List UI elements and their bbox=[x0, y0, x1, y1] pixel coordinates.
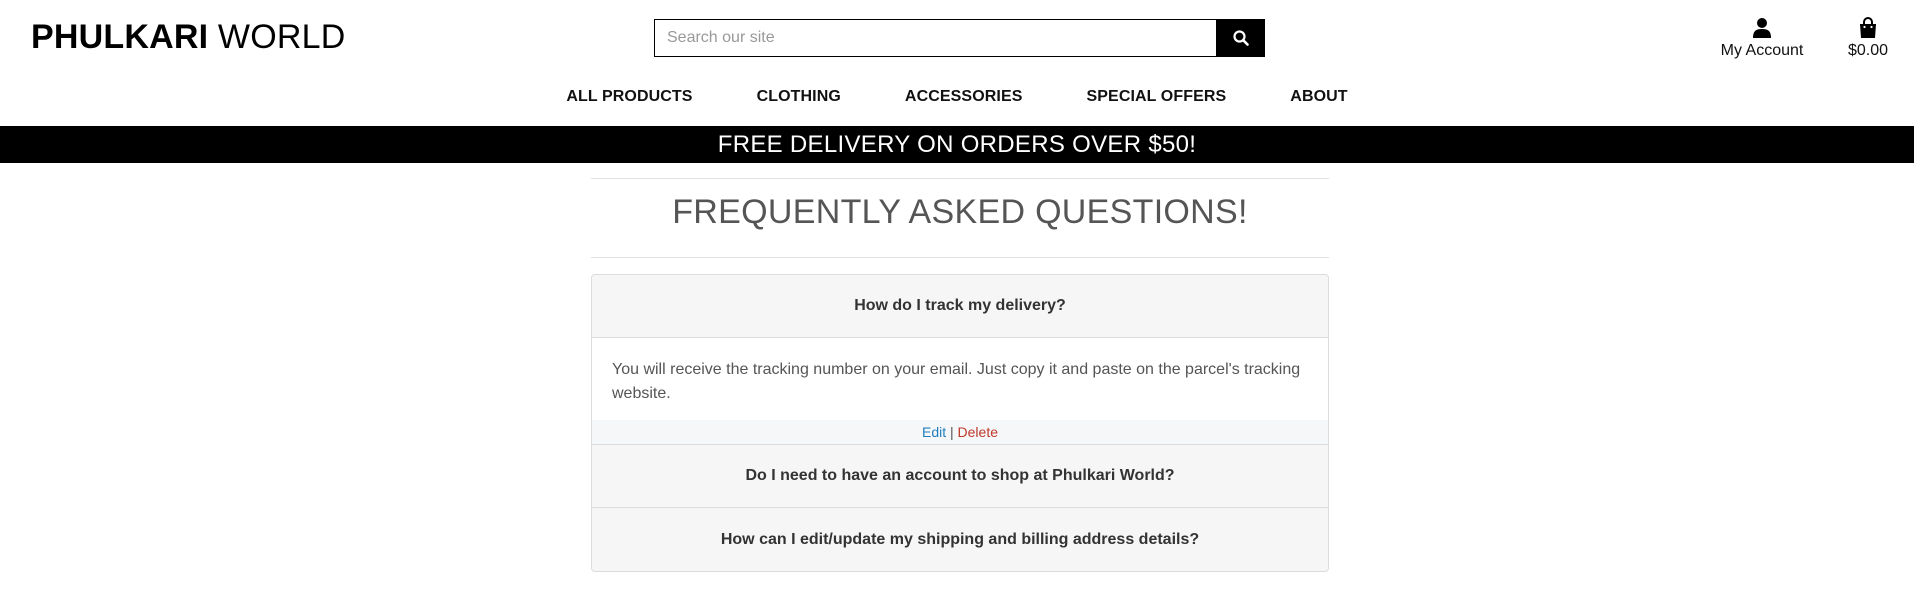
my-account-link[interactable]: My Account bbox=[1716, 14, 1808, 60]
delivery-banner: FREE DELIVERY ON ORDERS OVER $50! bbox=[0, 126, 1914, 163]
cart-total: $0.00 bbox=[1847, 42, 1889, 59]
faq-question-1[interactable]: How do I track my delivery? bbox=[592, 275, 1328, 338]
divider-top bbox=[591, 178, 1329, 179]
search-form bbox=[654, 19, 1265, 57]
action-separator: | bbox=[950, 424, 954, 440]
logo-thin-text: WORLD bbox=[217, 18, 346, 56]
shopping-bag-icon bbox=[1860, 17, 1876, 38]
faq-actions-1: Edit | Delete bbox=[592, 420, 1328, 445]
site-logo[interactable]: PHULKARI WORLD bbox=[31, 18, 345, 57]
search-icon bbox=[1232, 30, 1249, 46]
nav-clothing[interactable]: CLOTHING bbox=[725, 88, 873, 106]
faq-accordion: How do I track my delivery? You will rec… bbox=[591, 274, 1329, 572]
divider-bottom bbox=[591, 257, 1329, 258]
nav-about[interactable]: ABOUT bbox=[1258, 88, 1379, 106]
delete-link[interactable]: Delete bbox=[958, 424, 998, 440]
faq-question-2[interactable]: Do I need to have an account to shop at … bbox=[592, 445, 1328, 508]
nav-special-offers[interactable]: SPECIAL OFFERS bbox=[1055, 88, 1259, 106]
logo-bold-text: PHULKARI bbox=[31, 18, 209, 56]
my-account-label: My Account bbox=[1720, 42, 1804, 59]
search-button[interactable] bbox=[1216, 19, 1265, 57]
search-input[interactable] bbox=[654, 19, 1216, 57]
faq-question-3[interactable]: How can I edit/update my shipping and bi… bbox=[592, 508, 1328, 571]
faq-answer-1: You will receive the tracking number on … bbox=[592, 338, 1328, 420]
cart-link[interactable]: $0.00 bbox=[1842, 14, 1894, 60]
edit-link[interactable]: Edit bbox=[922, 424, 946, 440]
page-title: FREQUENTLY ASKED QUESTIONS! bbox=[672, 193, 1248, 231]
nav-accessories[interactable]: ACCESSORIES bbox=[873, 88, 1055, 106]
nav-all-products[interactable]: ALL PRODUCTS bbox=[534, 88, 724, 106]
user-icon bbox=[1753, 18, 1771, 38]
main-nav: ALL PRODUCTS CLOTHING ACCESSORIES SPECIA… bbox=[0, 88, 1914, 106]
